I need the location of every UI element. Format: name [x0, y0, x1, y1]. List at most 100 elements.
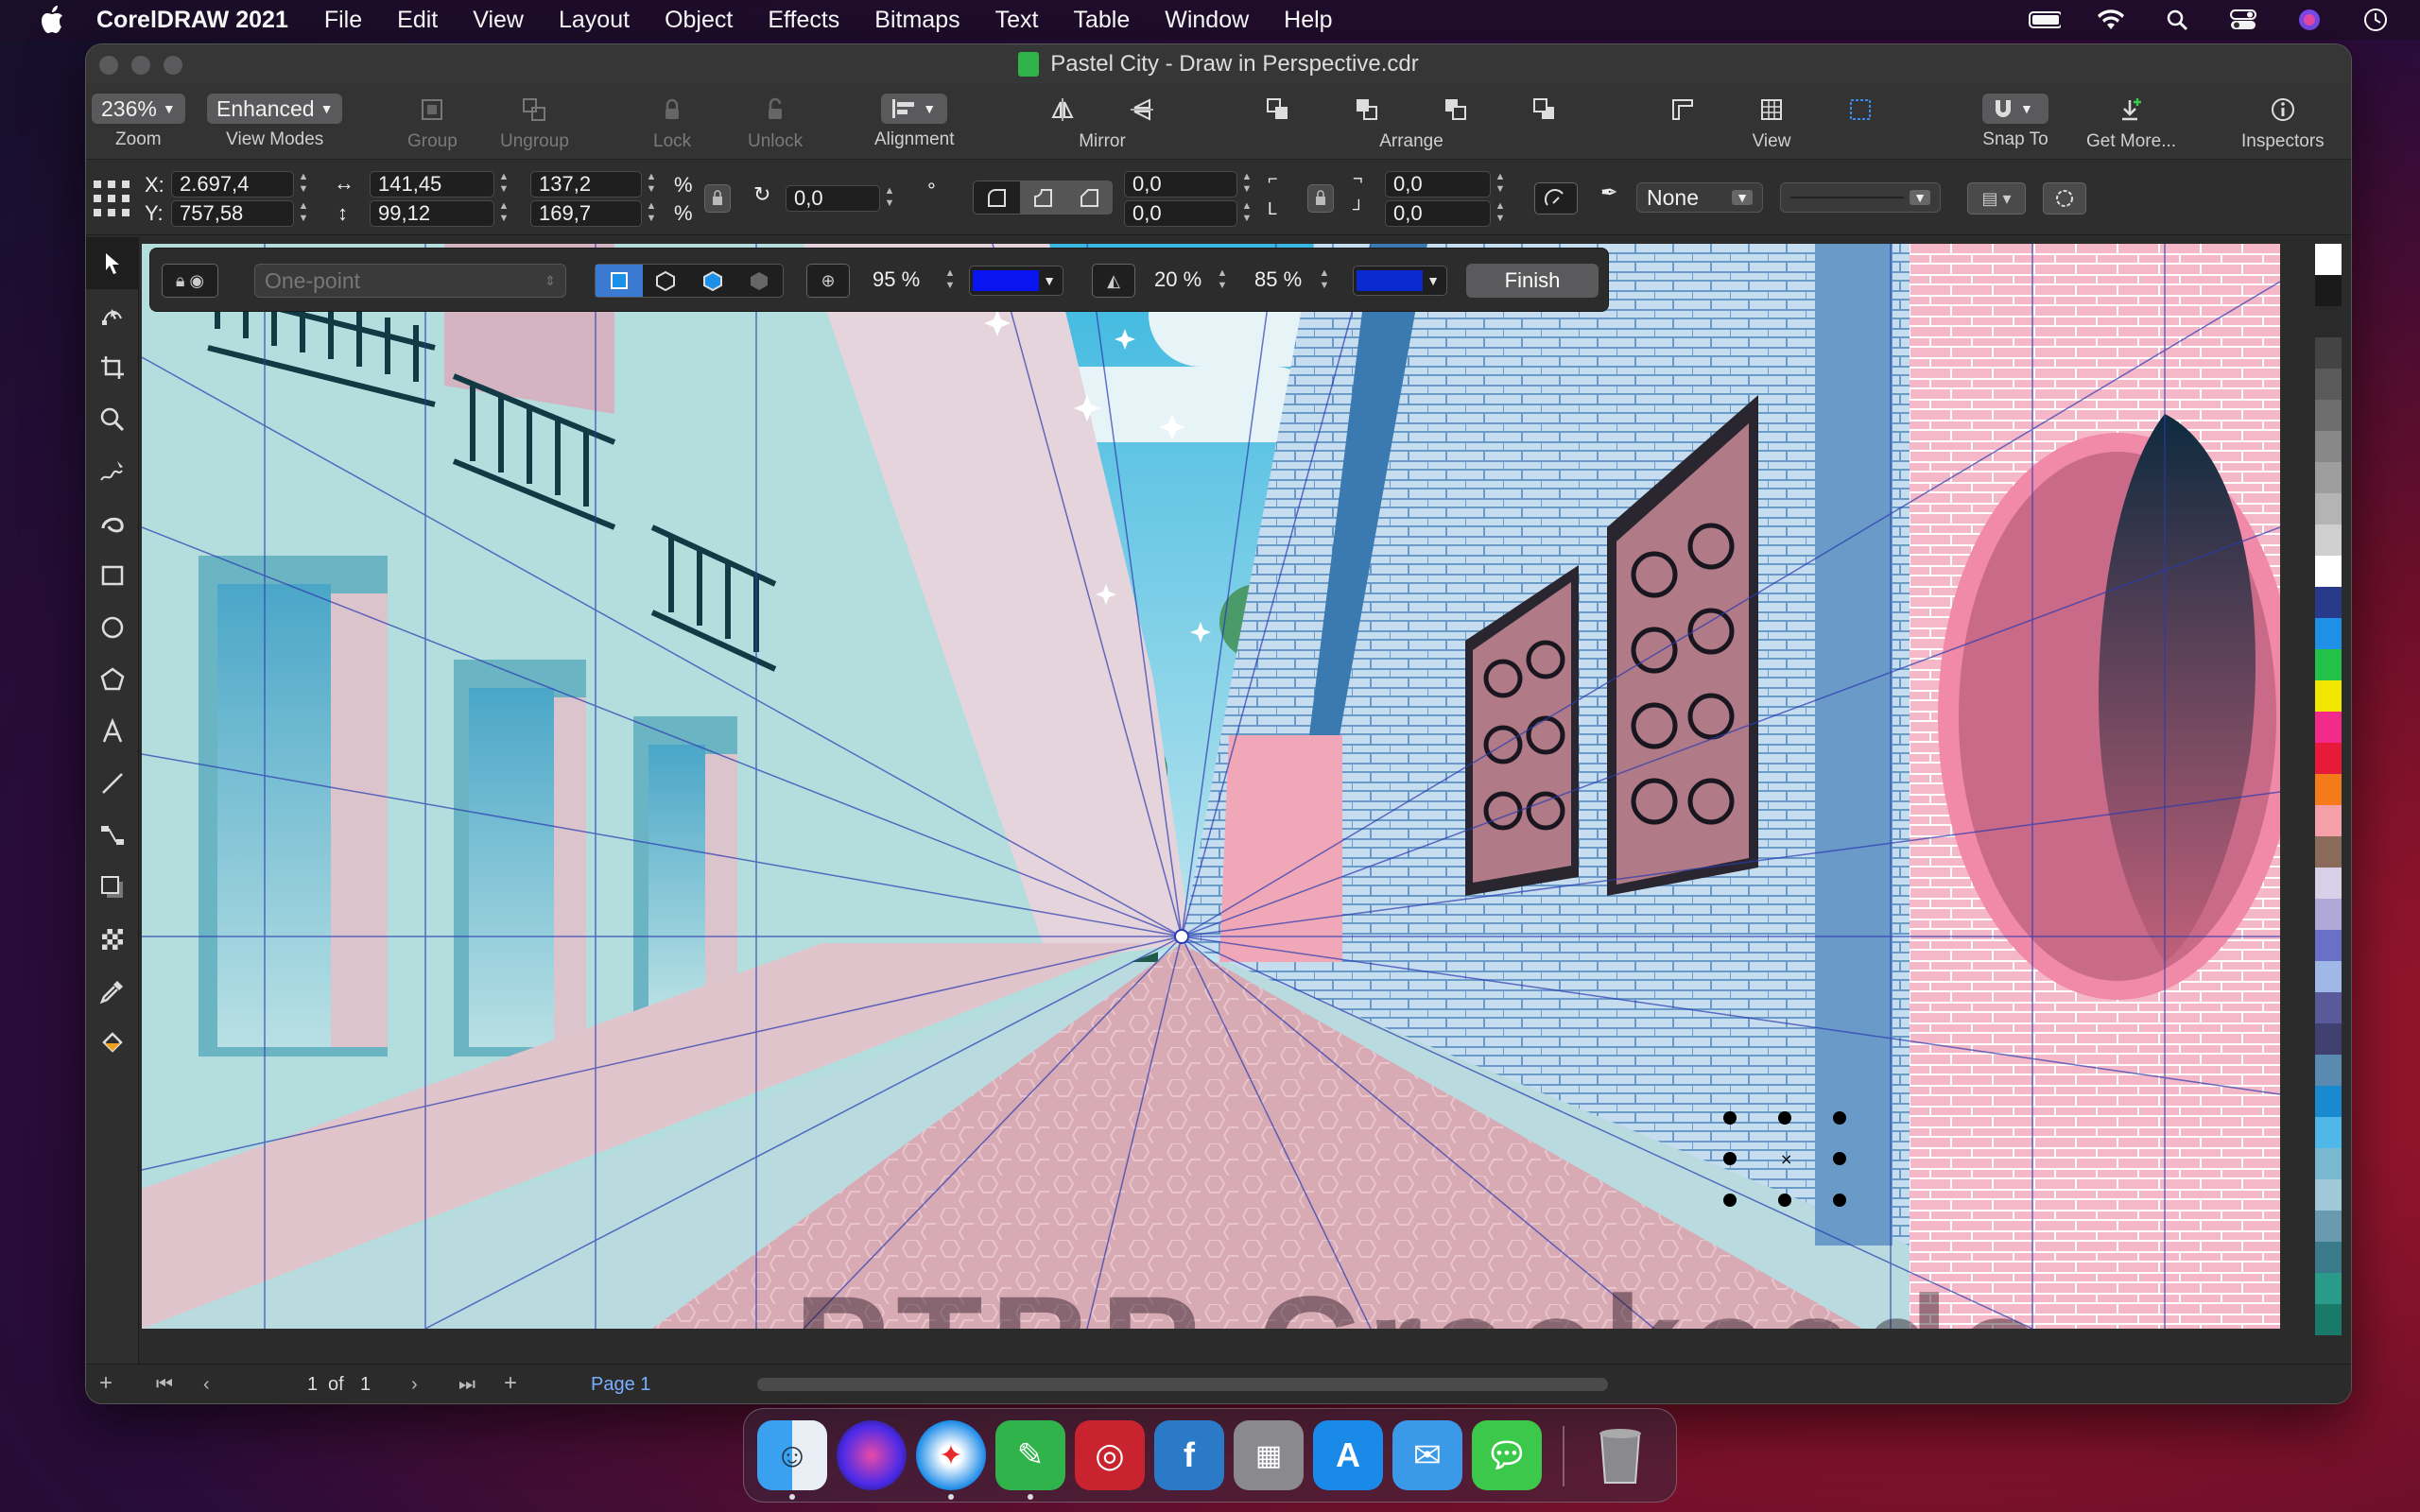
corner-spinner-3[interactable]: ▲ ▼: [1493, 171, 1508, 198]
palette-swatch[interactable]: [2315, 524, 2342, 556]
safari-icon[interactable]: ✦: [916, 1420, 986, 1490]
forward-one-icon[interactable]: [1440, 94, 1472, 126]
relative-corner-button[interactable]: [1534, 182, 1578, 215]
guidelines-icon[interactable]: [1844, 94, 1876, 126]
first-page-icon[interactable]: ⏮: [156, 1374, 173, 1396]
x-position-field[interactable]: 2.697,4: [171, 171, 294, 198]
add-page-before-button[interactable]: +: [99, 1370, 112, 1397]
palette-swatch[interactable]: [2315, 1055, 2342, 1086]
corner-lock-button[interactable]: [1307, 184, 1334, 213]
snap-to-control[interactable]: ▼ Snap To: [1982, 94, 2048, 150]
close-window-button[interactable]: [99, 56, 118, 75]
launchpad-icon[interactable]: ▦: [1234, 1420, 1304, 1490]
palette-swatch[interactable]: [2315, 712, 2342, 743]
unlock-button[interactable]: Unlock: [748, 94, 803, 152]
add-page-after-button[interactable]: +: [504, 1370, 517, 1397]
grid-line-toggle[interactable]: ◭: [1092, 264, 1135, 298]
line-style-dropdown[interactable]: ▼: [1780, 182, 1941, 213]
mirror-vertical-icon[interactable]: [1126, 94, 1158, 126]
finish-button[interactable]: Finish: [1466, 264, 1599, 298]
wrap-text-dropdown[interactable]: ▤ ▾: [1967, 182, 2026, 215]
horizontal-scrollbar[interactable]: [757, 1378, 1608, 1391]
corner-top-right-field[interactable]: 0,0: [1385, 171, 1491, 198]
pick-tool[interactable]: [86, 237, 139, 289]
height-spinner[interactable]: ▲ ▼: [496, 200, 511, 227]
group-button[interactable]: Group: [407, 94, 458, 152]
font-manager-icon[interactable]: f: [1154, 1420, 1224, 1490]
corner-spinner-1[interactable]: ▲ ▼: [1239, 171, 1254, 198]
rectangle-tool[interactable]: [86, 549, 139, 601]
plane-front-icon[interactable]: [596, 265, 643, 297]
corner-top-left-field[interactable]: 0,0: [1124, 171, 1237, 198]
messages-icon[interactable]: 💬︎: [1472, 1420, 1542, 1490]
drop-shadow-tool[interactable]: [86, 861, 139, 913]
grid-opacity-spinner[interactable]: ▲ ▼: [1215, 267, 1230, 294]
guide-line-toggle[interactable]: ⊕: [806, 264, 850, 298]
crop-tool[interactable]: [86, 341, 139, 393]
menu-edit[interactable]: Edit: [397, 7, 438, 34]
palette-swatch[interactable]: [2315, 306, 2342, 337]
palette-swatch[interactable]: [2315, 275, 2342, 306]
back-one-icon[interactable]: [1529, 94, 1561, 126]
freehand-tool[interactable]: [86, 445, 139, 497]
reference-point-icon[interactable]: [90, 177, 133, 220]
scale-width-field[interactable]: 137,2: [530, 171, 642, 198]
photo-paint-icon[interactable]: ◎: [1075, 1420, 1145, 1490]
width-field[interactable]: 141,45: [370, 171, 494, 198]
zoom-window-button[interactable]: [164, 56, 182, 75]
alignment-control[interactable]: ▼ Alignment: [874, 94, 955, 150]
eyedropper-tool[interactable]: [86, 965, 139, 1017]
scale-w-spinner[interactable]: ▲ ▼: [644, 171, 659, 198]
zoom-tool[interactable]: [86, 393, 139, 445]
corner-bottom-left-field[interactable]: 0,0: [1124, 200, 1237, 227]
last-page-icon[interactable]: ⏭: [458, 1374, 475, 1396]
menu-effects[interactable]: Effects: [768, 7, 839, 34]
corner-spinner-4[interactable]: ▲ ▼: [1493, 200, 1508, 227]
palette-swatch[interactable]: [2315, 462, 2342, 493]
to-front-icon[interactable]: [1262, 94, 1294, 126]
width-spinner[interactable]: ▲ ▼: [496, 171, 511, 198]
palette-swatch[interactable]: [2315, 1211, 2342, 1242]
previous-page-icon[interactable]: ‹: [203, 1374, 210, 1396]
palette-swatch[interactable]: [2315, 680, 2342, 712]
battery-icon[interactable]: [2029, 8, 2061, 32]
page-tab[interactable]: Page 1: [591, 1374, 650, 1396]
snap-to-dropdown[interactable]: ▼: [1982, 94, 2048, 124]
lock-ratio-button[interactable]: [704, 184, 731, 213]
artistic-media-tool[interactable]: [86, 497, 139, 549]
get-more-button[interactable]: Get More...: [2086, 94, 2176, 152]
palette-swatch[interactable]: [2315, 743, 2342, 774]
menu-window[interactable]: Window: [1165, 7, 1249, 34]
perspective-type-dropdown[interactable]: One-point ⇕: [254, 264, 566, 298]
guide-opacity-field[interactable]: 95 %: [865, 267, 942, 294]
palette-swatch[interactable]: [2315, 649, 2342, 680]
spotlight-search-icon[interactable]: [2161, 8, 2193, 32]
palette-swatch[interactable]: [2315, 1179, 2342, 1211]
palette-swatch[interactable]: [2315, 556, 2342, 587]
alignment-dropdown[interactable]: ▼: [881, 94, 948, 124]
round-corner-icon[interactable]: [974, 181, 1020, 214]
palette-swatch[interactable]: [2315, 1117, 2342, 1148]
shape-tool[interactable]: [86, 289, 139, 341]
scale-height-field[interactable]: 169,7: [530, 200, 642, 227]
grid-icon[interactable]: [1755, 94, 1788, 126]
guide-color-picker[interactable]: ▼: [969, 266, 1063, 296]
palette-swatch[interactable]: [2315, 1086, 2342, 1117]
next-page-icon[interactable]: ›: [411, 1374, 418, 1396]
menu-text[interactable]: Text: [995, 7, 1039, 34]
mail-icon[interactable]: ✉: [1392, 1420, 1462, 1490]
plane-opacity-field[interactable]: 85 %: [1247, 267, 1322, 294]
scalloped-corner-icon[interactable]: [1019, 181, 1066, 214]
menu-layout[interactable]: Layout: [559, 7, 630, 34]
guide-opacity-spinner[interactable]: ▲ ▼: [942, 267, 958, 294]
menu-bitmaps[interactable]: Bitmaps: [874, 7, 959, 34]
palette-swatch[interactable]: [2315, 930, 2342, 961]
palette-swatch[interactable]: [2315, 1242, 2342, 1273]
convert-curves-button[interactable]: [2043, 182, 2086, 215]
control-center-icon[interactable]: [2227, 8, 2259, 32]
grid-color-picker[interactable]: ▼: [1353, 266, 1447, 296]
grid-opacity-field[interactable]: 20 %: [1147, 267, 1222, 294]
x-spinner[interactable]: ▲ ▼: [296, 171, 311, 198]
interactive-fill-tool[interactable]: [86, 1017, 139, 1069]
zoom-dropdown[interactable]: 236% ▼: [92, 94, 185, 124]
